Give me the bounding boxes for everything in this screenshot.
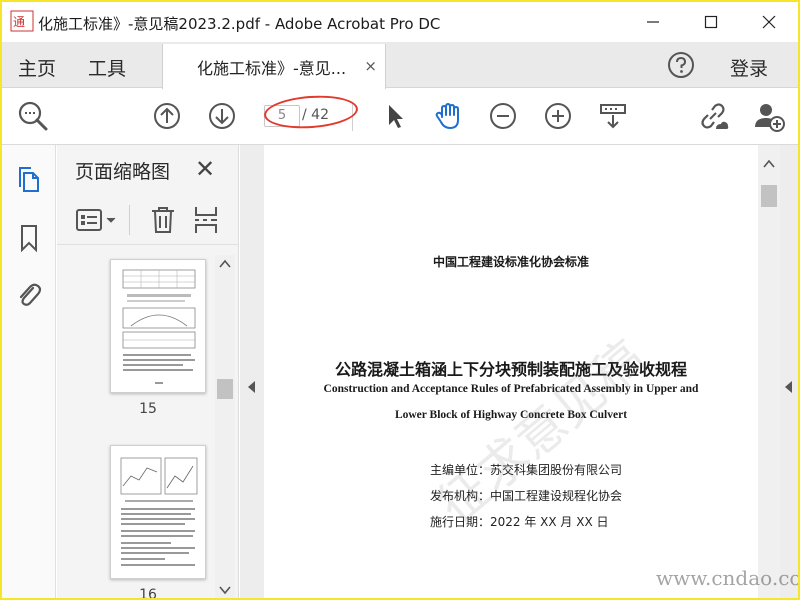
share-link-icon[interactable] [696,99,730,133]
zoom-search-icon[interactable] [16,99,50,133]
thumbnail-scrollbar[interactable] [215,255,235,598]
page-15-preview [122,269,196,384]
window-title: 化施工标准》-意见稿2023.2.pdf - Adobe Acrobat Pro… [38,15,441,33]
next-page-icon[interactable] [205,99,239,133]
hand-tool-icon[interactable] [432,99,466,133]
tab-home[interactable]: 主页 [18,54,56,81]
maximize-icon [704,15,718,29]
page-16-preview [120,457,198,566]
bookmark-icon[interactable] [15,223,43,253]
close-icon [762,15,776,29]
document-title-en-line1: Construction and Acceptance Rules of Pre… [323,383,699,395]
tab-bar: 主页 工具 化施工标准》-意见... × 登录 [2,42,798,89]
document-scroll-thumb[interactable] [761,185,777,207]
document-org: 中国工程建设标准化协会标准 [432,255,589,269]
add-user-icon[interactable] [752,99,786,133]
doc-scroll-up-icon[interactable] [763,159,775,169]
help-icon[interactable] [667,51,695,79]
site-watermark: www.cndao.com [656,566,798,590]
acrobat-window: 通 化施工标准》-意见稿2023.2.pdf - Adobe Acrobat P… [2,2,798,598]
panel-toolbar-divider [129,205,130,235]
delete-page-icon[interactable] [149,205,177,235]
attachment-icon[interactable] [15,280,43,310]
extract-pages-icon[interactable] [193,205,219,235]
thumbnail-page-number: 16 [139,587,157,598]
thumbnail-options-icon[interactable] [75,207,119,233]
document-scrollbar[interactable] [758,145,780,598]
minimize-icon [647,21,659,23]
panel-splitter[interactable] [240,145,264,598]
scroll-up-icon[interactable] [219,259,231,269]
thumbnail-list: 15 16 [57,255,239,598]
document-watermark: 征求意见稿 [427,329,656,535]
tab-document[interactable]: 化施工标准》-意见... × [162,44,386,89]
svg-text:通: 通 [13,15,25,29]
toolbar: 5 / 42 [2,89,798,145]
close-panel-button[interactable]: ✕ [195,155,215,183]
expand-right-panel-icon[interactable] [785,381,792,393]
left-icon-rail [2,145,56,598]
right-panel-toggle[interactable] [780,145,798,598]
close-tab-button[interactable]: × [364,57,377,75]
collapse-left-icon[interactable] [248,381,255,393]
zoom-in-icon[interactable] [541,99,575,133]
scroll-mode-icon[interactable] [596,99,630,133]
title-bar: 通 化施工标准》-意见稿2023.2.pdf - Adobe Acrobat P… [2,2,798,42]
document-tab-label: 化施工标准》-意见... [197,59,347,78]
panel-title: 页面缩略图 [75,161,171,183]
panel-toolbar [57,195,239,245]
thumbnail-scroll-thumb[interactable] [217,379,233,399]
zoom-out-icon[interactable] [486,99,520,133]
close-window-button[interactable] [740,2,798,42]
thumbnail-page-number: 15 [139,401,157,417]
document-page: 中国工程建设标准化协会标准 公路混凝土箱涵上下分块预制装配施工及验收规程 Con… [264,145,758,598]
thumbnail-page-16[interactable] [110,445,206,579]
select-cursor-icon[interactable] [378,99,412,133]
scroll-down-icon[interactable] [219,585,231,595]
thumbnail-page-15[interactable] [110,259,206,393]
document-title-cn: 公路混凝土箱涵上下分块预制装配施工及验收规程 [334,360,687,379]
thumbnail-panel: 页面缩略图 ✕ 15 16 [57,145,239,598]
login-button[interactable]: 登录 [730,54,768,81]
app-logo-icon: 通 [10,10,34,32]
minimize-button[interactable] [624,2,682,42]
previous-page-icon[interactable] [150,99,184,133]
page-thumbnails-icon[interactable] [15,165,43,195]
tab-tools[interactable]: 工具 [88,54,126,81]
maximize-button[interactable] [682,2,740,42]
